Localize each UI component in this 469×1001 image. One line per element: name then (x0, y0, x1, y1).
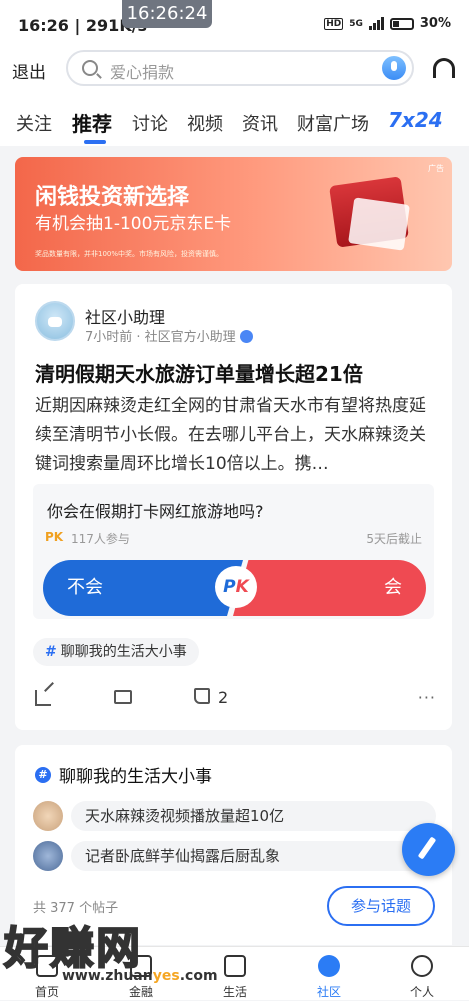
topic-item-text: 天水麻辣烫视频播放量超10亿 (71, 801, 436, 831)
nav-community[interactable]: 社区 (282, 947, 376, 1001)
like-count: 2 (218, 688, 229, 707)
watermark-url-part: www.zhuan (62, 968, 153, 984)
topic-item[interactable]: 记者卧底鲜芋仙揭露后厨乱象 (33, 841, 436, 871)
tab-discussion[interactable]: 讨论 (132, 110, 168, 136)
category-tabs: 关注 推荐 讨论 视频 资讯 财富广场 7x24 (0, 92, 469, 146)
post-title[interactable]: 清明假期天水旅游订单量增长超21倍 (35, 358, 363, 387)
pk-icon: PK (215, 566, 257, 608)
topic-item[interactable]: 天水麻辣烫视频播放量超10亿 (33, 801, 436, 831)
nav-label: 社区 (316, 985, 341, 999)
banner-subtitle: 有机会抽1-100元京东E卡 (35, 214, 232, 234)
watermark-url-part: .com (179, 968, 218, 984)
tab-follow[interactable]: 关注 (16, 110, 52, 136)
post-actions: 2 ··· (15, 686, 452, 716)
network-label: 5G (349, 18, 363, 29)
post-body[interactable]: 近期因麻辣烫走红全网的甘肃省天水市有望将热度延续至清明节小长假。在去哪儿平台上，… (35, 392, 435, 479)
battery-percent: 30% (419, 16, 451, 31)
status-indicators: HD 5G 30% (324, 16, 451, 31)
watermark-logo: 好赚网 (3, 922, 142, 975)
customer-service-icon[interactable] (433, 58, 455, 78)
like-icon[interactable] (194, 688, 210, 704)
nav-label: 个人 (409, 985, 434, 999)
status-bar: 16:26 | 291K/s 16:26:24 HD 5G 30% (0, 0, 469, 50)
compose-button[interactable] (402, 823, 455, 876)
topic-card-title[interactable]: 聊聊我的生活大小事 (59, 762, 212, 787)
shopping-bag-icon (224, 955, 246, 977)
signal-icon (368, 17, 384, 30)
profile-icon (411, 955, 433, 977)
banner-fineprint: 奖品数量有限，并非100%中奖。市场有风险，投资需谨慎。 (35, 250, 224, 258)
vote-yes-button[interactable]: 会 (233, 560, 426, 616)
post-card[interactable]: 社区小助理 7小时前 · 社区官方小助理 清明假期天水旅游订单量增长超21倍 近… (15, 284, 452, 730)
pk-label: PK (45, 530, 64, 544)
ad-label: 广告 (428, 164, 444, 173)
nav-profile[interactable]: 个人 (375, 947, 469, 1001)
author-avatar[interactable] (35, 301, 75, 341)
join-topic-button[interactable]: 参与话题 (327, 886, 435, 926)
tab-news[interactable]: 资讯 (242, 110, 278, 136)
banner-title: 闲钱投资新选择 (35, 185, 190, 210)
pk-poll: 你会在假期打卡网红旅游地吗? PK 117人参与 5天后截止 不会 会 PK (33, 484, 434, 619)
promo-banner[interactable]: 闲钱投资新选择 有机会抽1-100元京东E卡 奖品数量有限，并非100%中奖。市… (15, 157, 452, 271)
search-icon (82, 60, 98, 76)
topic-item-text: 记者卧底鲜芋仙揭露后厨乱象 (71, 841, 436, 871)
tab-video[interactable]: 视频 (187, 110, 223, 136)
nav-label: 生活 (222, 985, 247, 999)
topic-item-avatar (33, 801, 63, 831)
pk-icon-p: P (223, 577, 236, 597)
topic-tag[interactable]: # 聊聊我的生活大小事 (33, 638, 199, 666)
poll-participants: 117人参与 (71, 532, 130, 546)
search-input[interactable]: 爱心捐款 (66, 50, 414, 86)
watermark-url-part: yes (152, 968, 180, 984)
hd-icon: HD (324, 17, 344, 30)
more-icon[interactable]: ··· (418, 688, 436, 707)
clock-overlay: 16:26:24 (122, 0, 212, 28)
top-bar: 退出 爱心捐款 (0, 50, 469, 92)
pk-icon-k: K (235, 577, 249, 597)
voice-search-icon[interactable] (382, 56, 406, 80)
poll-question: 你会在假期打卡网红旅游地吗? (47, 502, 264, 521)
post-meta-text: 7小时前 · 社区官方小助理 (85, 330, 236, 345)
community-icon (318, 955, 340, 977)
author-name[interactable]: 社区小助理 (85, 304, 165, 328)
nav-label: 金融 (128, 985, 153, 999)
search-placeholder: 爱心捐款 (110, 63, 175, 82)
tab-7x24[interactable]: 7x24 (388, 108, 443, 132)
battery-icon (389, 17, 414, 30)
post-meta: 7小时前 · 社区官方小助理 (85, 326, 253, 345)
tab-recommend[interactable]: 推荐 (72, 108, 112, 137)
vote-no-button[interactable]: 不会 (43, 560, 243, 616)
hash-icon: # (45, 644, 57, 660)
topic-hash-icon: # (35, 767, 51, 783)
share-icon[interactable] (35, 690, 51, 706)
nav-label: 首页 (34, 985, 59, 999)
tab-wealth-square[interactable]: 财富广场 (297, 110, 369, 136)
card-illustration (348, 197, 410, 251)
topic-item-avatar (33, 841, 63, 871)
poll-deadline: 5天后截止 (366, 532, 422, 546)
exit-button[interactable]: 退出 (12, 58, 46, 83)
official-badge-icon (239, 330, 253, 343)
comment-icon[interactable] (114, 690, 132, 704)
watermark-url: www.zhuanyes.com (62, 968, 218, 984)
topic-tag-label: 聊聊我的生活大小事 (60, 644, 187, 660)
active-tab-indicator (84, 140, 106, 144)
